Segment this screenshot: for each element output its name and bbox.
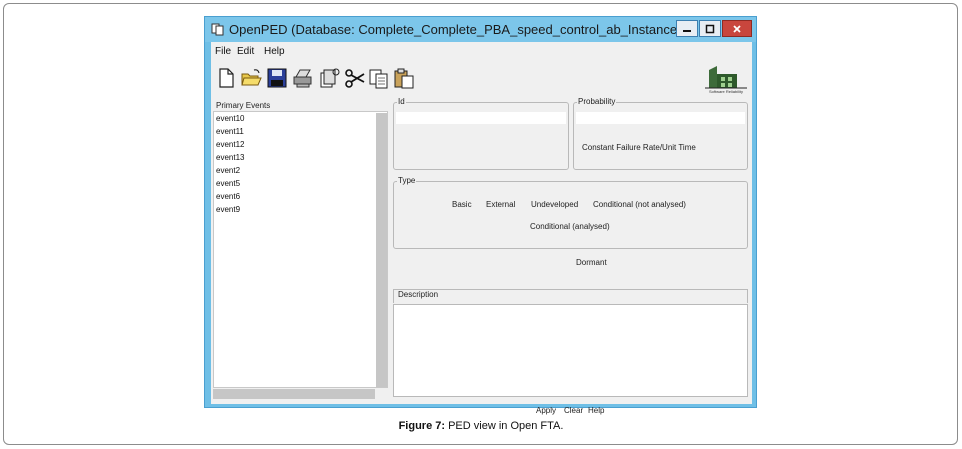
apply-button[interactable]: Apply	[536, 406, 556, 415]
list-item[interactable]: event12	[216, 140, 244, 153]
type-external-option[interactable]: External	[486, 200, 515, 209]
type-conditional-analysed-option[interactable]: Conditional (analysed)	[530, 222, 610, 231]
help-button[interactable]: Help	[588, 406, 604, 415]
description-textarea[interactable]	[393, 304, 748, 397]
id-group	[393, 102, 569, 170]
list-item[interactable]: event2	[216, 166, 240, 179]
logo-caption: Software Reliability	[708, 89, 743, 94]
id-legend: Id	[397, 97, 406, 106]
type-basic-option[interactable]: Basic	[452, 200, 472, 209]
list-item[interactable]: event6	[216, 192, 240, 205]
save-icon[interactable]	[266, 67, 288, 89]
list-item[interactable]: event13	[216, 153, 244, 166]
vendor-logo: Software Reliability	[703, 64, 749, 96]
cut-icon[interactable]	[344, 67, 366, 89]
list-item[interactable]: event5	[216, 179, 240, 192]
primary-events-list[interactable]: event10 event11 event12 event13 event2 e…	[213, 111, 388, 388]
paste-icon[interactable]	[393, 67, 415, 89]
toolbar: Software Reliability	[211, 61, 752, 97]
maximize-icon	[705, 24, 715, 33]
primary-events-legend: Primary Events	[215, 101, 272, 110]
openped-window: OpenPED (Database: Complete_Complete_PBA…	[204, 16, 757, 415]
maximize-button[interactable]	[699, 20, 721, 37]
building-logo-icon	[705, 66, 747, 89]
primary-events-panel: Primary Events event10 event11 event12 e…	[213, 97, 388, 402]
probability-legend: Probability	[577, 97, 617, 106]
print-icon[interactable]	[292, 67, 314, 89]
minimize-icon	[683, 29, 691, 32]
caption-label: Figure 7:	[398, 420, 446, 432]
figure-caption: Figure 7: PED view in Open FTA.	[0, 420, 962, 432]
description-header	[393, 289, 748, 303]
open-folder-icon[interactable]	[240, 67, 262, 89]
dormant-checkbox-label[interactable]: Dormant	[576, 258, 607, 267]
menu-bar: File Edit Help	[211, 42, 752, 60]
list-item[interactable]: event9	[216, 205, 240, 218]
menu-help[interactable]: Help	[264, 46, 285, 57]
type-conditional-not-analysed-option[interactable]: Conditional (not analysed)	[593, 200, 686, 209]
menu-file[interactable]: File	[215, 46, 231, 57]
window-title: OpenPED (Database: Complete_Complete_PBA…	[229, 22, 679, 37]
export-icon[interactable]	[318, 67, 340, 89]
horizontal-scrollbar[interactable]	[213, 389, 375, 399]
new-file-icon[interactable]	[215, 67, 237, 89]
app-icon	[211, 23, 224, 36]
copy-icon[interactable]	[368, 67, 390, 89]
type-undeveloped-option[interactable]: Undeveloped	[531, 200, 578, 209]
probability-group: Constant Failure Rate/Unit Time	[573, 102, 748, 170]
minimize-button[interactable]	[676, 20, 698, 37]
close-button[interactable]	[722, 20, 752, 37]
failure-rate-unit-label: Constant Failure Rate/Unit Time	[582, 143, 696, 152]
description-legend: Description	[397, 290, 440, 299]
list-item[interactable]: event11	[216, 127, 244, 140]
close-icon	[733, 24, 741, 33]
type-group: Basic External Undeveloped Conditional (…	[393, 181, 748, 249]
list-item[interactable]: event10	[216, 114, 244, 127]
client-area: File Edit Help Software Reliability Prim…	[211, 42, 752, 415]
id-input[interactable]	[396, 112, 566, 124]
title-bar[interactable]: OpenPED (Database: Complete_Complete_PBA…	[205, 17, 756, 42]
probability-input[interactable]	[576, 112, 745, 124]
clear-button[interactable]: Clear	[564, 406, 583, 415]
caption-text: PED view in Open FTA.	[445, 420, 564, 432]
vertical-scrollbar[interactable]	[376, 113, 387, 387]
menu-edit[interactable]: Edit	[237, 46, 254, 57]
type-legend: Type	[397, 176, 417, 185]
